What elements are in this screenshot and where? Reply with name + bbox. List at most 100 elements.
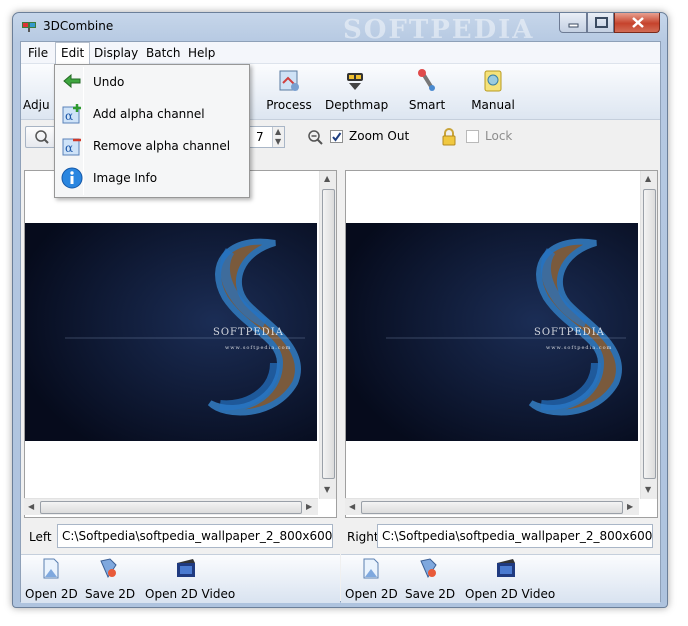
zoom-out-label: Zoom Out <box>349 129 410 143</box>
left-scroll-left-icon[interactable]: ◀ <box>28 502 34 511</box>
menu-item-image-info[interactable]: Image Info <box>57 163 247 193</box>
left-vertical-scrollbar[interactable]: ▲ ▼ <box>319 171 336 499</box>
menu-item-add-alpha[interactable]: α Add alpha channel <box>57 99 247 129</box>
undo-icon <box>63 73 81 89</box>
left-horizontal-scrollbar[interactable]: ◀ ▶ <box>24 498 318 515</box>
title-bar[interactable]: 3DCombine SOFTPEDIA <box>13 13 667 45</box>
add-alpha-icon: α <box>62 104 81 124</box>
add-alpha-label: Add alpha channel <box>93 107 205 121</box>
right-scroll-down-icon[interactable]: ▼ <box>645 485 651 494</box>
left-image: SOFTPEDIA www.softpedia.com <box>25 223 317 441</box>
left-image-pane[interactable]: SOFTPEDIA www.softpedia.com ▲ ▼ <box>24 170 337 518</box>
minimize-icon <box>568 23 579 28</box>
left-image-url: www.softpedia.com <box>225 345 292 351</box>
depthmap-button[interactable]: Depthmap <box>325 64 389 118</box>
manual-button[interactable]: Manual <box>469 64 517 118</box>
menu-batch[interactable]: Batch <box>141 42 186 64</box>
smart-label: Smart <box>408 98 446 112</box>
menu-bar: File Edit Display Batch Help <box>21 42 660 64</box>
info-icon <box>61 167 83 189</box>
right-save2d-label: Save 2D <box>405 587 456 601</box>
menu-item-undo[interactable]: Undo <box>57 67 247 97</box>
right-open2dvideo-label: Open 2D Video <box>465 587 556 601</box>
app-window: 3DCombine SOFTPEDIA File Edit Display Ba… <box>12 12 668 608</box>
left-open2d-icon <box>43 558 59 579</box>
left-open2d-button[interactable]: Open 2D <box>25 557 78 607</box>
left-image-watermark: SOFTPEDIA <box>213 327 284 338</box>
smart-button[interactable]: Smart <box>405 64 449 118</box>
svg-text:α: α <box>65 109 73 123</box>
menu-item-remove-alpha[interactable]: α Remove alpha channel <box>57 131 247 161</box>
spin-up-icon: ▲ <box>275 127 282 136</box>
undo-label: Undo <box>93 75 125 89</box>
menu-display[interactable]: Display <box>89 42 143 64</box>
maximize-button[interactable] <box>587 13 614 33</box>
spin-down-icon: ▼ <box>275 137 282 146</box>
left-open2dvideo-button[interactable]: Open 2D Video <box>145 557 236 607</box>
remove-alpha-icon: α <box>62 138 81 156</box>
remove-alpha-label: Remove alpha channel <box>93 139 231 153</box>
image-info-label: Image Info <box>93 171 158 185</box>
process-icon <box>279 70 299 91</box>
right-path-field[interactable]: C:\Softpedia\softpedia_wallpaper_2_800x6… <box>377 524 653 548</box>
svg-text:α: α <box>65 141 73 155</box>
left-open2dvideo-label: Open 2D Video <box>145 587 236 601</box>
right-video-icon <box>497 559 515 577</box>
left-save2d-icon <box>100 558 117 579</box>
manual-icon <box>484 70 502 92</box>
right-image: SOFTPEDIA www.softpedia.com <box>346 223 638 441</box>
manual-label: Manual <box>471 98 515 112</box>
right-save2d-icon <box>420 558 437 579</box>
right-open2dvideo-button[interactable]: Open 2D Video <box>465 557 556 607</box>
menu-file[interactable]: File <box>23 42 53 64</box>
right-path-label: Right <box>347 530 379 544</box>
left-bottom-toolbar: Open 2D Save 2D Open 2D Video <box>21 554 340 603</box>
left-vscroll-thumb[interactable] <box>322 189 335 479</box>
left-path-field[interactable]: C:\Softpedia\softpedia_wallpaper_2_800x6… <box>57 524 333 548</box>
left-open2d-label: Open 2D <box>25 587 78 601</box>
close-icon <box>632 17 644 28</box>
process-label: Process <box>266 98 312 112</box>
zoom-out-icon[interactable] <box>307 129 325 147</box>
left-scroll-up-icon[interactable]: ▲ <box>324 174 330 183</box>
right-image-watermark: SOFTPEDIA <box>534 327 605 338</box>
lock-icon <box>442 128 456 146</box>
lock-checkbox[interactable] <box>466 130 479 143</box>
left-path-label: Left <box>29 530 52 544</box>
zoom-out-checkbox[interactable] <box>330 130 343 143</box>
right-image-pane[interactable]: SOFTPEDIA www.softpedia.com ▲ ▼ <box>345 170 658 518</box>
menu-edit[interactable]: Edit <box>55 42 91 64</box>
window-title: 3DCombine <box>43 19 114 33</box>
left-video-icon <box>177 559 195 577</box>
depthmap-label: Depthmap <box>325 98 389 112</box>
right-open2d-label: Open 2D <box>345 587 398 601</box>
left-save2d-label: Save 2D <box>85 587 136 601</box>
right-vscroll-thumb[interactable] <box>643 189 656 479</box>
right-open2d-icon <box>363 558 379 579</box>
right-scroll-up-icon[interactable]: ▲ <box>645 174 651 183</box>
right-scroll-left-icon[interactable]: ◀ <box>349 502 355 511</box>
right-scroll-right-icon[interactable]: ▶ <box>627 502 633 511</box>
lock-label: Lock <box>485 129 513 143</box>
maximize-icon <box>595 17 608 28</box>
smart-icon <box>418 69 435 91</box>
menu-help[interactable]: Help <box>183 42 220 64</box>
minimize-button[interactable] <box>559 13 587 33</box>
right-horizontal-scrollbar[interactable]: ◀ ▶ <box>345 498 639 515</box>
app-icon <box>22 22 36 32</box>
right-open2d-button[interactable]: Open 2D <box>345 557 398 607</box>
right-vertical-scrollbar[interactable]: ▲ ▼ <box>640 171 657 499</box>
left-scroll-down-icon[interactable]: ▼ <box>324 485 330 494</box>
zoom-spinner[interactable]: ▲ ▼ <box>272 127 284 147</box>
right-hscroll-thumb[interactable] <box>361 501 623 514</box>
left-save2d-button[interactable]: Save 2D <box>85 557 136 607</box>
left-hscroll-thumb[interactable] <box>40 501 302 514</box>
right-bottom-toolbar: Open 2D Save 2D Open 2D Video <box>341 554 660 603</box>
depthmap-icon <box>347 73 363 90</box>
zoom-value: 7 <box>256 130 264 144</box>
edit-dropdown-menu: Undo α Add alpha channel α Remove alpha … <box>54 64 250 198</box>
close-button[interactable] <box>614 13 660 33</box>
process-button[interactable]: Process <box>265 64 313 118</box>
right-save2d-button[interactable]: Save 2D <box>405 557 456 607</box>
left-scroll-right-icon[interactable]: ▶ <box>306 502 312 511</box>
